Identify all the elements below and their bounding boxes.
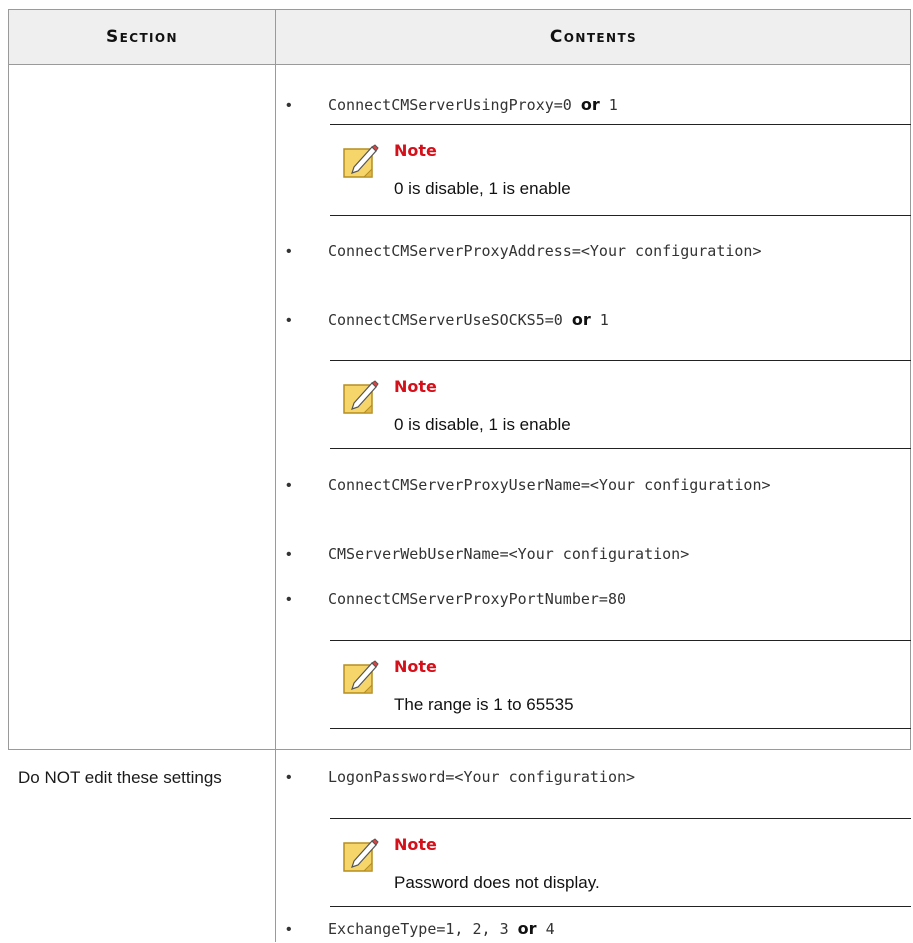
header-contents-label: Contents	[549, 27, 638, 47]
note-body: The range is 1 to 65535	[394, 695, 574, 714]
header-contents-cell: Contents	[276, 10, 911, 64]
note-body: 0 is disable, 1 is enable	[394, 179, 571, 198]
note-box: Note Password does not display.	[330, 818, 911, 907]
list-item: • ExchangeType=1, 2, 3 or 4	[286, 917, 886, 943]
note-title: Note	[394, 377, 437, 396]
note-box: Note The range is 1 to 65535	[330, 640, 911, 729]
note-body: Password does not display.	[394, 873, 600, 892]
bullet-icon: •	[286, 477, 292, 494]
note-title: Note	[394, 657, 437, 676]
table-header: Section Contents	[8, 9, 911, 65]
setting-code: ConnectCMServerProxyPortNumber=80	[328, 590, 627, 608]
pencil-note-icon	[343, 838, 379, 872]
setting-code: LogonPassword=<Your configuration>	[328, 768, 636, 786]
pencil-note-icon	[343, 380, 379, 414]
bullet-icon: •	[286, 921, 292, 938]
note-box: Note 0 is disable, 1 is enable	[330, 360, 911, 449]
or-word: or	[571, 310, 591, 329]
list-item: • ConnectCMServerUsingProxy=0 or 1	[286, 93, 886, 119]
bullet-icon: •	[286, 243, 292, 260]
bullet-icon: •	[286, 769, 292, 786]
list-item: • ConnectCMServerProxyAddress=<Your conf…	[286, 239, 886, 265]
setting-code: ExchangeType=1, 2, 3	[328, 920, 509, 938]
setting-code: ConnectCMServerUseSOCKS5=0	[328, 311, 563, 329]
pencil-note-icon	[343, 660, 379, 694]
list-item: • ConnectCMServerProxyPortNumber=80	[286, 587, 886, 613]
bullet-icon: •	[286, 591, 292, 608]
setting-value: 1	[599, 311, 609, 329]
or-word: or	[517, 919, 537, 938]
row-divider	[8, 749, 911, 750]
settings-table: Section Contents • ConnectCMServerUsingP…	[8, 9, 912, 942]
setting-value: 1	[608, 96, 618, 114]
list-item: • ConnectCMServerUseSOCKS5=0 or 1	[286, 308, 886, 334]
setting-code: CMServerWebUserName=<Your configuration>	[328, 545, 690, 563]
bullet-icon: •	[286, 97, 292, 114]
bullet-icon: •	[286, 546, 292, 563]
header-section-label: Section	[106, 27, 178, 47]
or-word: or	[580, 95, 600, 114]
setting-value: 4	[545, 920, 555, 938]
list-item: • ConnectCMServerProxyUserName=<Your con…	[286, 473, 886, 499]
note-title: Note	[394, 835, 437, 854]
pencil-note-icon	[343, 144, 379, 178]
setting-code: ConnectCMServerUsingProxy=0	[328, 96, 572, 114]
header-section-cell: Section	[9, 10, 276, 64]
note-title: Note	[394, 141, 437, 160]
list-item: • LogonPassword=<Your configuration>	[286, 765, 886, 791]
note-body: 0 is disable, 1 is enable	[394, 415, 571, 434]
bullet-icon: •	[286, 312, 292, 329]
table-border-left	[8, 65, 9, 750]
list-item: • CMServerWebUserName=<Your configuratio…	[286, 542, 886, 568]
column-divider	[275, 65, 276, 942]
note-box: Note 0 is disable, 1 is enable	[330, 124, 911, 216]
setting-code: ConnectCMServerProxyAddress=<Your config…	[328, 242, 762, 260]
setting-code: ConnectCMServerProxyUserName=<Your confi…	[328, 476, 771, 494]
section-label: Do NOT edit these settings	[18, 768, 222, 787]
